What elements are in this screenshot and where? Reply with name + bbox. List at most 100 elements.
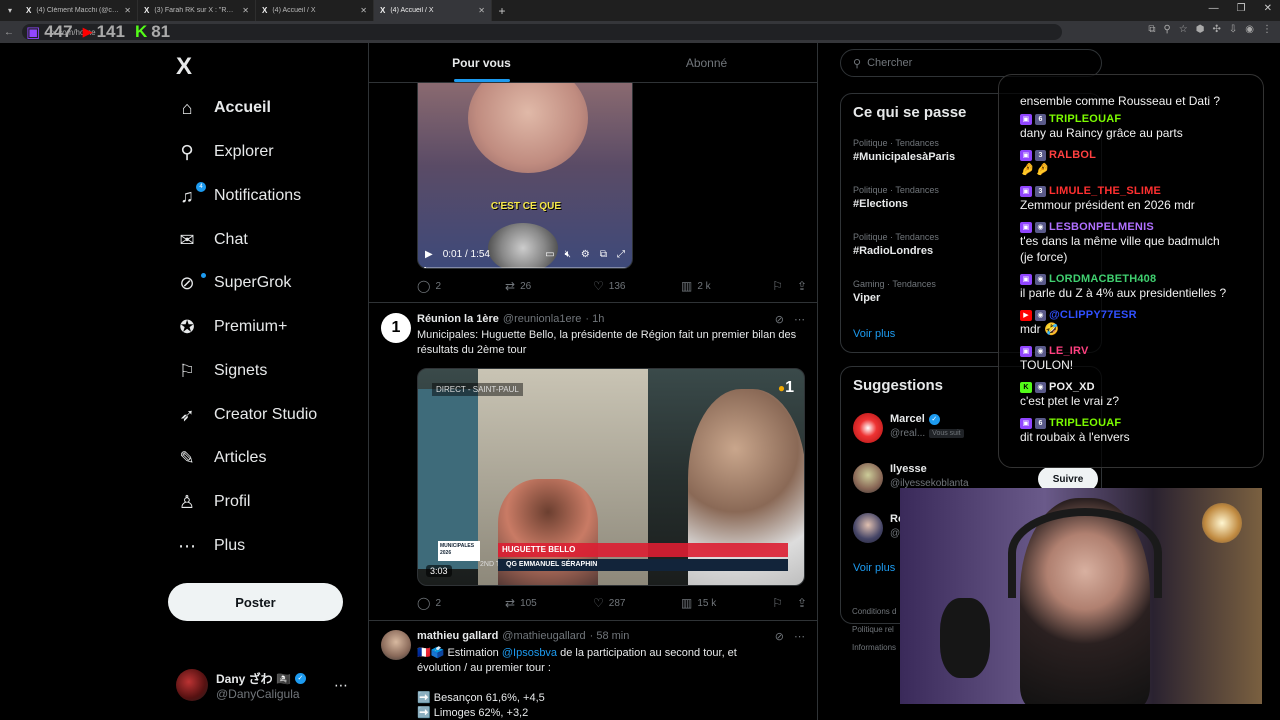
sidebar-item-mail[interactable]: ✉ Chat [176, 220, 247, 260]
trends-title: Ce qui se passe [853, 104, 967, 121]
extension-icon[interactable]: ⬢ [1196, 24, 1205, 35]
sidebar-item-search[interactable]: ⚲ Explorer [176, 132, 273, 172]
chat-text: mdr 🤣 [1020, 322, 1059, 336]
sidebar-item-article[interactable]: ✎ Articles [176, 438, 266, 478]
share-icon[interactable]: ⇪ [797, 596, 807, 610]
sidebar-item-label: Premium+ [214, 318, 288, 335]
zoom-icon[interactable]: ⚲ [1163, 24, 1170, 35]
captions-icon[interactable]: ▭ [545, 249, 554, 260]
download-icon[interactable]: ⇩ [1229, 24, 1237, 35]
suggestion-handle: @ [890, 528, 901, 539]
tweet-author-name[interactable]: Réunion la 1ère [417, 313, 499, 325]
sidebar-item-rocket[interactable]: ➶ Creator Studio [176, 395, 317, 435]
sidebar-item-label: Profil [214, 493, 251, 510]
twitch-icon: ▣ [1020, 149, 1032, 161]
repost-button[interactable]: ⇄ 26 [505, 279, 593, 293]
close-window-icon[interactable]: ✕ [1264, 3, 1272, 14]
sidebar-item-grok[interactable]: ⊘ SuperGrok [176, 263, 291, 303]
bookmark-icon[interactable]: ⚐ [772, 596, 783, 610]
sidebar-item-premium[interactable]: ✪ Premium+ [176, 307, 287, 347]
close-tab-icon[interactable]: ✕ [478, 6, 485, 15]
sidebar-item-home[interactable]: ⌂ Accueil [176, 88, 271, 128]
sidebar-item-more[interactable]: ⋯ Plus [176, 526, 245, 566]
browser-tab[interactable]: X (4) Accueil / X ✕ [256, 0, 374, 21]
settings-icon[interactable]: ⚙ [581, 249, 590, 260]
browser-tab[interactable]: X (3) Farah RK sur X : "RT @BFM ✕ [138, 0, 256, 21]
profile-icon[interactable]: ◉ [1245, 24, 1254, 35]
avatar[interactable] [381, 630, 411, 660]
repost-button[interactable]: ⇄ 105 [505, 596, 593, 610]
tweet-video[interactable]: C'EST CE QUE [417, 83, 633, 269]
mention-link[interactable]: @Ipsosbva [502, 647, 557, 659]
avatar[interactable] [853, 413, 883, 443]
avatar[interactable]: 1 [381, 313, 411, 343]
puzzle-icon[interactable]: ✣ [1212, 24, 1220, 35]
back-icon[interactable]: ← [0, 27, 18, 38]
views-button[interactable]: ▥ 15 k [681, 596, 769, 610]
sidebar-item-profile[interactable]: ♙ Profil [176, 482, 251, 522]
chat-text: dany au Raincy grâce au parts [1020, 126, 1183, 140]
show-more-link[interactable]: Voir plus [853, 328, 895, 340]
tweet-author-handle[interactable]: @reunionla1ere [503, 313, 581, 325]
grok-icon[interactable]: ⊘ [775, 313, 784, 326]
close-tab-icon[interactable]: ✕ [242, 6, 249, 15]
grok-icon[interactable]: ⊘ [775, 630, 784, 643]
tweet-author-name[interactable]: mathieu gallard [417, 630, 498, 642]
sidebar-item-bell[interactable]: ♫ 4 Notifications [176, 176, 301, 216]
sub-badge-icon: 3 [1035, 149, 1046, 161]
account-switcher[interactable]: Dany ざわ 🏴‍☠️ ✓ @DanyCaligula ⋯ [176, 663, 356, 707]
browser-tab[interactable]: X (4) Clément Macchi (@clementmacchi) ✕ [20, 0, 138, 21]
mute-icon[interactable]: 🔇︎ [565, 249, 571, 260]
new-tab-button[interactable]: + [492, 4, 512, 18]
reply-button[interactable]: ◯ 2 [417, 279, 505, 293]
footer-link[interactable]: Conditions d [852, 603, 896, 621]
more-options-icon[interactable]: ⋯ [334, 677, 348, 694]
show-more-link[interactable]: Voir plus [853, 562, 895, 574]
youtube-icon: ▶ [82, 24, 93, 39]
close-tab-icon[interactable]: ✕ [360, 6, 367, 15]
suggestion-name[interactable]: Marcel [890, 413, 925, 425]
tab-search-icon[interactable]: ▾ [0, 6, 20, 15]
fullscreen-icon[interactable]: ⤢ [617, 249, 625, 260]
more-icon[interactable]: ⋯ [794, 630, 805, 643]
popout-icon[interactable]: ⧉ [600, 249, 607, 260]
twitch-icon: ▣ [1020, 345, 1032, 357]
tweet-video[interactable]: DIRECT - SAINT-PAUL ●1 MUNICIPALES 2026 … [417, 368, 805, 586]
youtube-viewers: ▶ 141 [83, 22, 125, 42]
minimize-icon[interactable]: — [1209, 3, 1219, 14]
sub-badge-icon: ◉ [1035, 273, 1046, 285]
bookmark-icon[interactable]: ⚐ [772, 279, 783, 293]
footer-link[interactable]: Politique rel [852, 621, 896, 639]
tab-for-you[interactable]: Pour vous [369, 43, 594, 82]
share-icon[interactable]: ⇪ [797, 279, 807, 293]
browser-tab[interactable]: X (4) Accueil / X ✕ [374, 0, 492, 21]
post-button[interactable]: Poster [168, 583, 343, 621]
restore-icon[interactable]: ❐ [1237, 3, 1246, 14]
more-icon[interactable]: ⋯ [794, 313, 805, 326]
suggestion-name[interactable]: Ilyesse [890, 463, 927, 475]
like-button[interactable]: ♡ 287 [593, 596, 681, 610]
avatar[interactable] [853, 513, 883, 543]
search-input[interactable]: ⚲ Chercher [840, 49, 1102, 77]
star-icon[interactable]: ☆ [1179, 24, 1188, 35]
reply-button[interactable]: ◯ 2 [417, 596, 505, 610]
menu-icon[interactable]: ⋮ [1262, 24, 1272, 35]
address-bar[interactable]: x.com/home [22, 24, 1062, 40]
tweet-author-handle[interactable]: @mathieugallard [502, 630, 585, 642]
footer-link[interactable]: Informations [852, 639, 896, 657]
sidebar-item-bookmark[interactable]: ⚐ Signets [176, 351, 267, 391]
tab-following[interactable]: Abonné [594, 43, 817, 82]
chat-text: ensemble comme Rousseau et Dati ? [1020, 94, 1221, 108]
screenshot-icon[interactable]: ⧉ [1148, 24, 1155, 35]
chat-message: ▶ ◉ @CLIPPY77ESR mdr 🤣 [1020, 309, 1260, 337]
views-button[interactable]: ▥ 2 k [681, 279, 769, 293]
avatar[interactable] [853, 463, 883, 493]
lower-third-name: HUGUETTE BELLO [498, 543, 788, 557]
sidebar-item-label: Signets [214, 362, 268, 379]
like-count: 287 [608, 597, 626, 609]
close-tab-icon[interactable]: ✕ [124, 6, 131, 15]
like-button[interactable]: ♡ 136 [593, 279, 681, 293]
play-icon[interactable]: ▶ [425, 249, 433, 260]
x-logo[interactable]: X [176, 53, 192, 81]
video-progress-bar[interactable] [424, 267, 628, 268]
